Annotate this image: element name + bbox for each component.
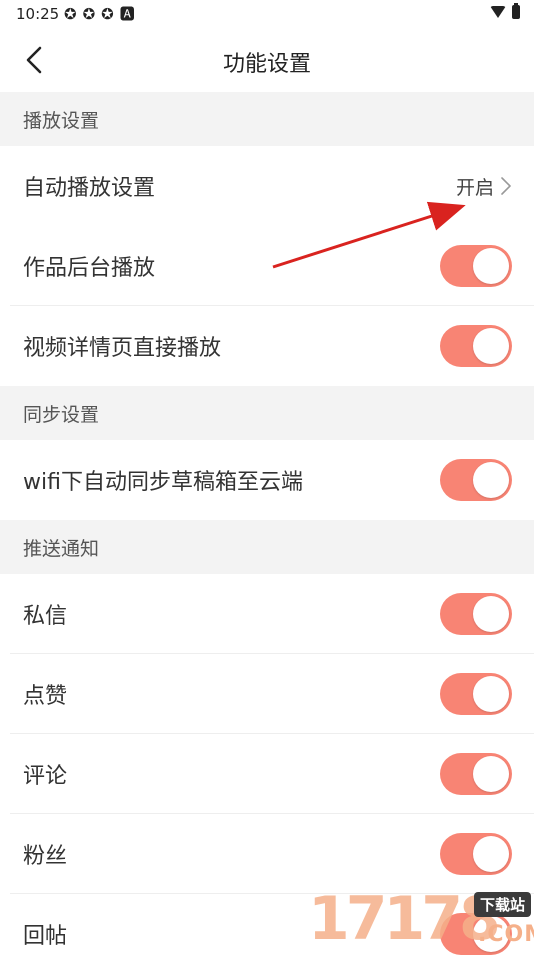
setting-value: 开启	[455, 176, 494, 199]
notif-app-icon: ✪	[64, 5, 77, 23]
watermark-badge: 下载站	[474, 892, 532, 917]
toggle-switch[interactable]	[440, 593, 512, 635]
section-header-sync: 同步设置	[0, 386, 534, 440]
notif-a-icon: 🅰	[119, 5, 135, 23]
toggle-knob	[473, 462, 509, 498]
page-title: 功能设置	[222, 52, 311, 77]
toggle-knob	[473, 248, 509, 284]
watermark-suffix: .COM	[478, 922, 534, 947]
setting-label: 私信	[23, 604, 68, 629]
setting-label: 点赞	[23, 684, 68, 709]
section-header-playback: 播放设置	[0, 92, 534, 146]
toggle-switch[interactable]	[440, 833, 512, 875]
setting-row-fans: 粉丝	[0, 814, 534, 894]
watermark-logo: 17178 下载站 .COM	[308, 888, 534, 950]
status-right	[490, 3, 520, 19]
setting-label: wifi下自动同步草稿箱至云端	[23, 470, 303, 495]
autoplay-value[interactable]: 开启	[456, 146, 512, 226]
app-header: 功能设置	[0, 28, 534, 92]
setting-row-comments: 评论	[0, 734, 534, 814]
toggle-knob	[473, 756, 509, 792]
setting-label: 回帖	[23, 924, 68, 949]
toggle-switch[interactable]	[440, 245, 512, 287]
setting-row-background-play: 作品后台播放	[0, 226, 534, 306]
setting-label: 粉丝	[23, 844, 68, 869]
notif-app-icon: ✪	[101, 5, 114, 23]
wifi-icon	[490, 6, 506, 18]
setting-label: 评论	[23, 764, 68, 789]
toggle-knob	[473, 328, 509, 364]
section-header-push: 推送通知	[0, 520, 534, 574]
setting-row-wifi-sync: wifi下自动同步草稿箱至云端	[0, 440, 534, 520]
toggle-switch[interactable]	[440, 325, 512, 367]
battery-icon	[512, 3, 520, 19]
setting-row-messages: 私信	[0, 574, 534, 654]
notif-app-icon: ✪	[82, 5, 96, 23]
setting-row-detail-direct-play: 视频详情页直接播放	[0, 306, 534, 386]
watermark-digits: 17178	[308, 884, 501, 954]
setting-row-autoplay[interactable]: 自动播放设置 开启	[0, 146, 534, 226]
setting-label: 自动播放设置	[23, 176, 156, 201]
toggle-knob	[473, 836, 509, 872]
toggle-switch[interactable]	[440, 459, 512, 501]
status-bar: 10:25 ✪ ✪ ✪ 🅰	[0, 0, 534, 28]
setting-row-likes: 点赞	[0, 654, 534, 734]
setting-label: 作品后台播放	[23, 256, 156, 281]
toggle-switch[interactable]	[440, 673, 512, 715]
settings-list: 播放设置 自动播放设置 开启 作品后台播放 视频详情页直接播放 同步设置 wif…	[0, 92, 534, 974]
toggle-knob	[473, 596, 509, 632]
status-time: 10:25	[16, 5, 60, 23]
setting-label: 视频详情页直接播放	[23, 336, 222, 361]
toggle-knob	[473, 676, 509, 712]
notification-icons: ✪ ✪ ✪ 🅰	[64, 5, 135, 23]
toggle-switch[interactable]	[440, 753, 512, 795]
chevron-right-icon	[500, 176, 512, 196]
